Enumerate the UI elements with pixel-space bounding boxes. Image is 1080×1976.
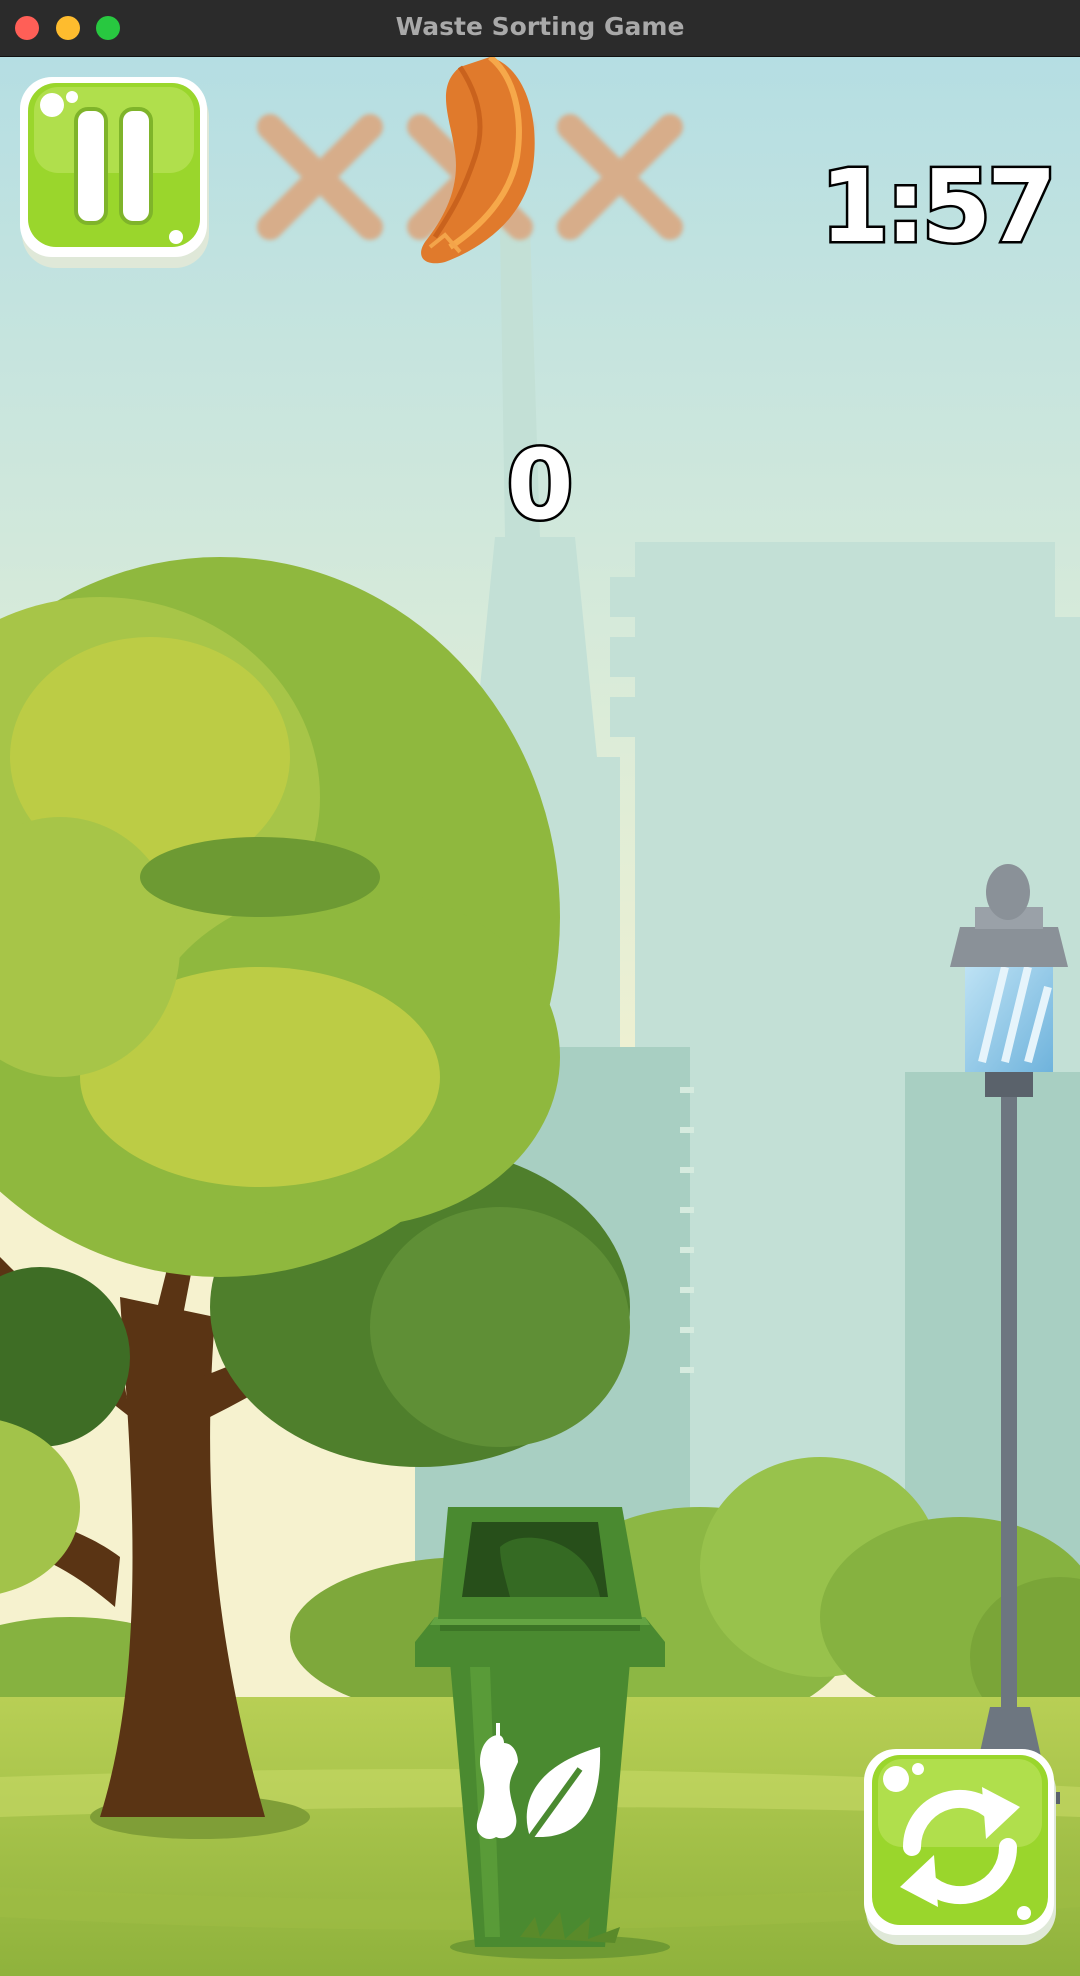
life-mark-1: [257, 114, 383, 240]
timer-display: 1:57: [818, 148, 1060, 265]
restart-button[interactable]: [862, 1747, 1060, 1947]
falling-item[interactable]: [405, 57, 545, 267]
restart-icon: [864, 1749, 1056, 1945]
pause-icon: [20, 77, 209, 268]
game-window: Waste Sorting Game 1:57 0: [0, 0, 1080, 1976]
orange-peel-icon: [421, 57, 535, 264]
score-display: 0: [504, 429, 576, 541]
window-title: Waste Sorting Game: [395, 12, 685, 41]
pause-button[interactable]: [18, 75, 213, 270]
game-scene: 1:57 0: [0, 57, 1080, 1976]
title-bar: Waste Sorting Game: [0, 0, 1080, 57]
organic-waste-bin[interactable]: [410, 1507, 670, 1967]
life-mark-3: [557, 114, 683, 240]
